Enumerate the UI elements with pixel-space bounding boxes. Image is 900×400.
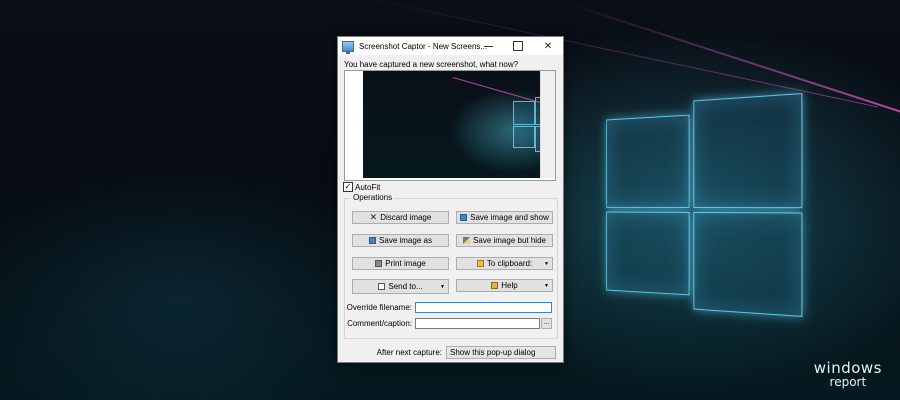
to-clipboard-label: To clipboard: xyxy=(486,259,533,268)
dropdown-arrow-icon: ▼ xyxy=(440,283,445,290)
screenshot-preview[interactable] xyxy=(344,70,556,181)
window-title: Screenshot Captor - New Screens... xyxy=(359,41,488,51)
comment-caption-label: Comment/caption: xyxy=(347,319,412,328)
maximize-icon xyxy=(513,41,523,51)
discard-image-button[interactable]: ✕ Discard image xyxy=(352,211,449,224)
help-button[interactable]: Help ▼ xyxy=(456,279,553,292)
save-icon xyxy=(369,237,377,244)
after-capture-select[interactable]: Show this pop-up dialog xyxy=(446,345,556,359)
logo-pane xyxy=(606,211,690,296)
operations-group: Operations ✕ Discard image Save image an… xyxy=(344,193,558,339)
operations-label: Operations xyxy=(351,193,395,202)
dropdown-arrow-icon: ▼ xyxy=(544,260,549,267)
comment-browse-button[interactable]: ... xyxy=(541,318,552,329)
minimize-icon xyxy=(483,45,493,47)
save-icon xyxy=(460,214,468,221)
logo-pane xyxy=(693,211,803,317)
override-filename-label: Override filename: xyxy=(346,303,412,312)
save-image-but-hide-button[interactable]: Save image but hide xyxy=(456,234,553,247)
help-label: Help xyxy=(501,281,518,290)
override-filename-input[interactable] xyxy=(415,302,552,313)
to-clipboard-button[interactable]: To clipboard: ▼ xyxy=(456,257,553,270)
title-bar[interactable]: Screenshot Captor - New Screens... ✕ xyxy=(338,37,563,55)
save-image-and-show-button[interactable]: Save image and show xyxy=(456,211,553,224)
logo-pane xyxy=(606,114,690,208)
x-icon: ✕ xyxy=(369,212,378,222)
send-icon xyxy=(378,283,386,290)
screenshot-captor-dialog: Screenshot Captor - New Screens... ✕ You… xyxy=(337,36,564,363)
prompt-text: You have captured a new screenshot, what… xyxy=(344,60,519,69)
preview-logo-pane xyxy=(513,101,535,125)
watermark-line2: report xyxy=(829,375,867,389)
clipboard-icon xyxy=(476,260,484,267)
print-image-label: Print image xyxy=(385,259,426,268)
autofit-checkbox[interactable]: ✓ xyxy=(343,182,353,192)
minimize-button[interactable] xyxy=(474,37,502,55)
print-image-button[interactable]: Print image xyxy=(352,257,449,270)
autofit-label: AutoFit xyxy=(355,182,381,192)
close-button[interactable]: ✕ xyxy=(534,37,562,55)
save-image-but-hide-label: Save image but hide xyxy=(473,236,546,245)
watermark-line1: windows xyxy=(813,359,882,377)
override-filename-row: Override filename: xyxy=(345,302,552,313)
preview-image xyxy=(363,71,547,178)
logo-pane xyxy=(693,93,803,209)
preview-scrollbar[interactable] xyxy=(540,71,555,178)
send-to-label: Send to... xyxy=(388,282,423,291)
windows-logo xyxy=(606,93,807,318)
comment-caption-input[interactable] xyxy=(415,318,540,329)
save-image-as-button[interactable]: Save image as xyxy=(352,234,449,247)
save-hide-icon xyxy=(463,237,471,244)
help-icon xyxy=(491,282,499,289)
after-capture-row: After next capture: Show this pop-up dia… xyxy=(338,342,563,362)
monitor-icon xyxy=(342,40,354,54)
dropdown-arrow-icon: ▼ xyxy=(544,282,549,289)
comment-caption-row: Comment/caption: ... xyxy=(345,318,552,329)
maximize-button[interactable] xyxy=(504,37,532,55)
discard-image-label: Discard image xyxy=(380,213,432,222)
close-icon: ✕ xyxy=(543,40,553,52)
send-to-button[interactable]: Send to... ▼ xyxy=(352,279,449,294)
autofit-checkbox-row[interactable]: ✓ AutoFit xyxy=(343,182,380,192)
save-image-and-show-label: Save image and show xyxy=(470,213,549,222)
printer-icon xyxy=(375,260,383,267)
preview-logo-pane xyxy=(513,126,535,148)
watermark-logo: windows report xyxy=(813,359,882,389)
after-capture-label: After next capture: xyxy=(376,347,442,357)
save-image-as-label: Save image as xyxy=(379,236,432,245)
